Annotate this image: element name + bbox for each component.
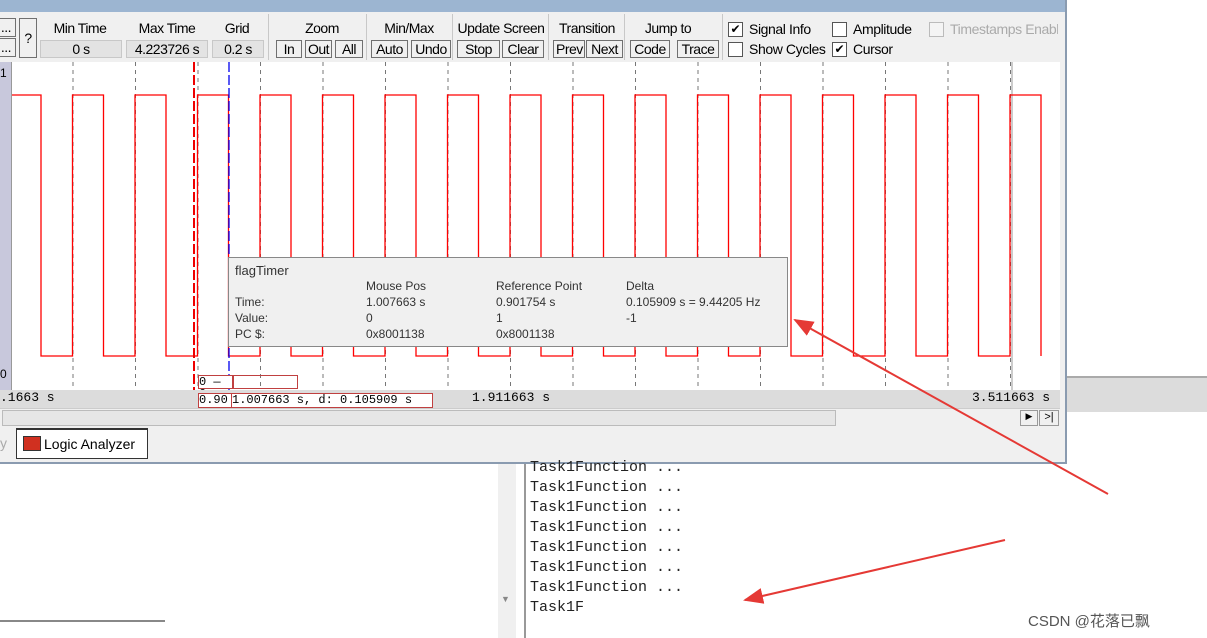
signal-info-tooltip: flagTimer Mouse Pos Reference Point Delt… — [228, 257, 788, 347]
header-delta: Delta — [626, 279, 655, 293]
tooltip-signal-name: flagTimer — [235, 263, 289, 278]
tooltip-label: Time: — [235, 295, 265, 309]
header-reference-point: Reference Point — [496, 279, 583, 293]
tooltip-mouse: 0 — [366, 311, 373, 325]
tooltip-ref: 1 — [496, 311, 503, 325]
tooltip-ref: 0x8001138 — [496, 327, 555, 341]
tooltip-label: Value: — [235, 311, 269, 325]
tooltip-mouse: 0x8001138 — [366, 327, 425, 341]
tooltip-label: PC $: — [235, 327, 266, 341]
tooltip-mouse: 1.007663 s — [366, 295, 426, 309]
tooltip-delta: -1 — [626, 311, 637, 325]
tooltip-ref: 0.901754 s — [496, 295, 556, 309]
tooltip-delta: 0.105909 s = 9.44205 Hz — [626, 295, 761, 309]
arrow-to-terminal — [743, 539, 1006, 604]
header-mouse-pos: Mouse Pos — [366, 279, 427, 293]
arrow-to-tooltip — [793, 319, 1109, 495]
watermark: CSDN @花落已飘 — [1028, 613, 1150, 630]
